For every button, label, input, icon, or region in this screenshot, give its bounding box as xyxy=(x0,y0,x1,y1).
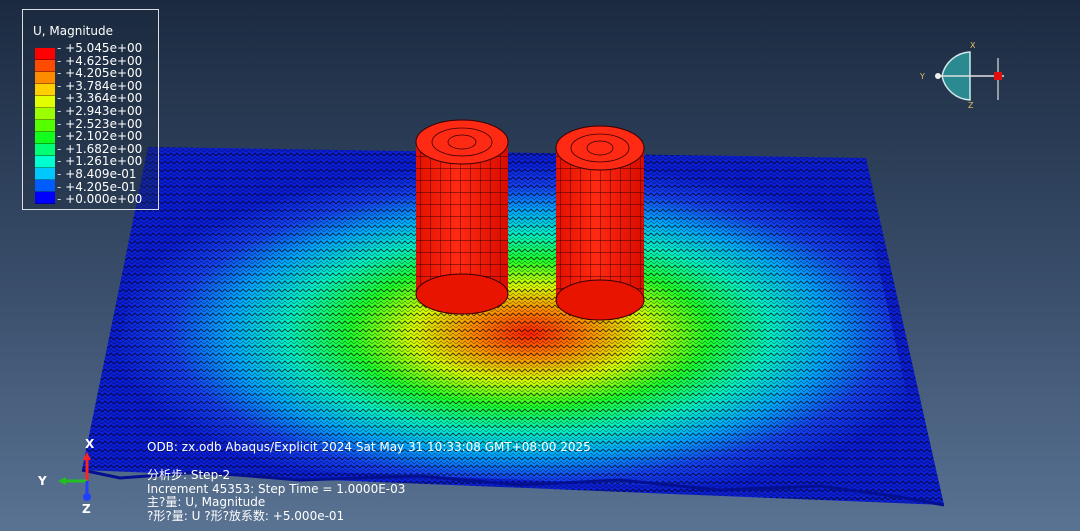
cylinder-left xyxy=(415,119,509,315)
view-widget-y-dot xyxy=(935,73,941,79)
legend-level-label: +5.045e+00 xyxy=(57,42,142,55)
cylinder-right-grid xyxy=(556,148,644,300)
cylinder-right-bottom xyxy=(555,279,645,321)
view-widget-x-label: X xyxy=(970,41,976,50)
legend-swatch xyxy=(35,48,55,60)
cylinder-right xyxy=(555,125,645,321)
deformed-variable-line: ?形?量: U ?形?放系数: +5.000e-01 xyxy=(147,508,345,523)
view-widget-red-marker xyxy=(994,72,1002,80)
legend-swatch xyxy=(35,144,55,156)
contour-legend[interactable]: U, Magnitude +5.045e+00+4.625e+00+4.205e… xyxy=(22,9,159,210)
abaqus-viewport[interactable]: U, Magnitude +5.045e+00+4.625e+00+4.205e… xyxy=(0,0,1080,531)
legend-swatch xyxy=(35,72,55,84)
legend-swatch xyxy=(35,192,55,204)
view-widget-y-label: Y xyxy=(919,72,925,81)
legend-swatch xyxy=(35,168,55,180)
legend-title: U, Magnitude xyxy=(33,24,113,38)
legend-level-label: +2.943e+00 xyxy=(57,105,142,118)
cylinder-left-grid xyxy=(416,142,508,294)
legend-swatch xyxy=(35,60,55,72)
increment-line: Increment 45353: Step Time = 1.0000E-03 xyxy=(147,481,406,496)
view-orientation-widget[interactable]: X Y Z xyxy=(912,38,1010,110)
triad-z-dot xyxy=(83,493,91,501)
cylinder-right-top xyxy=(555,125,645,171)
legend-swatch xyxy=(35,132,55,144)
legend-swatch xyxy=(35,108,55,120)
legend-swatch xyxy=(35,96,55,108)
legend-swatch xyxy=(35,84,55,96)
triad-x-arrow xyxy=(83,452,91,460)
triad-x-label: X xyxy=(85,437,95,451)
legend-level-label: +2.102e+00 xyxy=(57,130,142,143)
legend-level-label: +8.409e-01 xyxy=(57,168,142,181)
legend-swatch xyxy=(35,180,55,192)
legend-color-bar xyxy=(35,48,55,204)
cylinder-left-bottom xyxy=(415,273,509,315)
legend-swatch xyxy=(35,156,55,168)
view-widget-z-label: Z xyxy=(968,101,974,110)
step-info-block: 分析步: Step-2 Increment 45353: Step Time =… xyxy=(147,468,406,523)
triad-y-arrow xyxy=(58,477,66,485)
legend-level-label: +4.205e+00 xyxy=(57,67,142,80)
odb-info-line: ODB: zx.odb Abaqus/Explicit 2024 Sat May… xyxy=(147,440,591,454)
legend-labels: +5.045e+00+4.625e+00+4.205e+00+3.784e+00… xyxy=(57,42,142,206)
triad-y-label: Y xyxy=(37,474,47,488)
primary-variable-line: 主?量: U, Magnitude xyxy=(147,495,266,509)
step-line: 分析步: Step-2 xyxy=(147,468,231,482)
triad-z-label: Z xyxy=(82,502,91,516)
legend-level-label: +0.000e+00 xyxy=(57,193,142,206)
cylinder-left-top xyxy=(415,119,509,165)
coordinate-triad: X Y Z xyxy=(37,437,95,516)
legend-swatch xyxy=(35,120,55,132)
